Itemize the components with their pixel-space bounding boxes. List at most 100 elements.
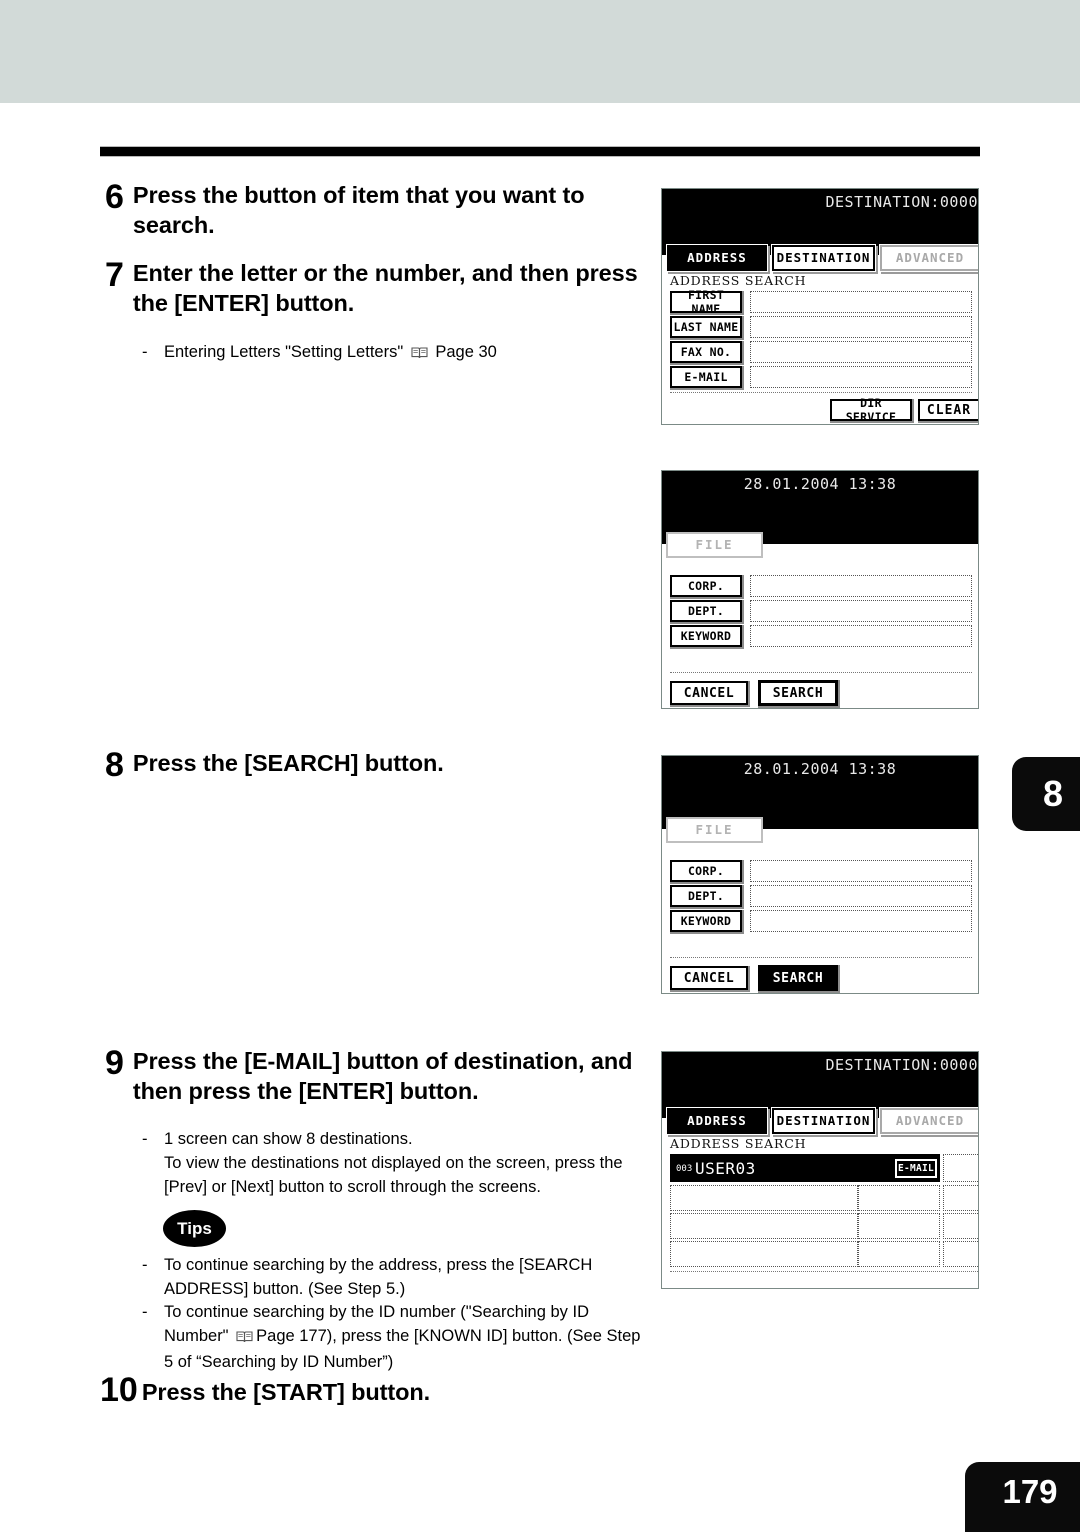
input-first-name[interactable] xyxy=(750,291,972,313)
result-row-4[interactable] xyxy=(670,1241,858,1267)
destination-counter: DESTINATION:0000 xyxy=(825,1056,978,1074)
bullet-dash-icon: - xyxy=(142,1130,148,1148)
step-7-text: Enter the letter or the number, and then… xyxy=(132,260,638,316)
tips-item-2-line-2-pre: Number" xyxy=(164,1327,229,1345)
tab-file[interactable]: FILE xyxy=(666,817,763,843)
input-corp[interactable] xyxy=(750,860,972,882)
tips-item-1-line-2: ADDRESS] button. (See Step 5.) xyxy=(164,1280,406,1298)
step-9-note: - 1 screen can show 8 destinations. To v… xyxy=(142,1127,662,1199)
panel-tab-row[interactable]: ADDRESS DESTINATION ADVANCED xyxy=(667,245,978,271)
result-row-1[interactable]: 003 USER03 E-MAIL xyxy=(670,1154,940,1182)
input-dept[interactable] xyxy=(750,600,972,622)
tips-item-2-line-1: To continue searching by the ID number (… xyxy=(164,1303,589,1321)
key-last-name[interactable]: LAST NAME xyxy=(670,316,742,338)
result-row-2-right[interactable] xyxy=(943,1185,978,1211)
section-label-address-search: ADDRESS SEARCH xyxy=(670,1136,807,1151)
lcd-datetime: 28.01.2004 13:38 xyxy=(743,760,897,778)
panel-divider xyxy=(670,392,972,393)
step-10-text: Press the [START] button. xyxy=(141,1379,431,1405)
step-9: 9 Press the [E-MAIL] button of destinati… xyxy=(105,1046,653,1106)
key-dept[interactable]: DEPT. xyxy=(670,600,742,622)
key-corp[interactable]: CORP. xyxy=(670,575,742,597)
tab-advanced: ADVANCED xyxy=(880,1108,978,1134)
chapter-tab-marker: 8 xyxy=(1012,757,1080,831)
input-keyword[interactable] xyxy=(750,910,972,932)
tips-item-2-line-2-page: Page 177 xyxy=(256,1327,327,1345)
result-row-4-right[interactable] xyxy=(943,1241,978,1267)
step-6-number: 6 xyxy=(105,178,124,216)
tips-item-1: - To continue searching by the address, … xyxy=(142,1253,662,1301)
key-keyword[interactable]: KEYWORD xyxy=(670,910,742,932)
step-7-note: - Entering Letters "Setting Letters" Pag… xyxy=(142,340,662,366)
bullet-dash-icon: - xyxy=(142,1303,148,1321)
key-first-name[interactable]: FIRST NAME xyxy=(670,288,742,316)
tips-badge: Tips xyxy=(163,1210,226,1247)
tab-destination[interactable]: DESTINATION xyxy=(772,1108,875,1134)
step-7-note-text: Entering Letters "Setting Letters" xyxy=(164,343,404,361)
input-dept[interactable] xyxy=(750,885,972,907)
step-8-number: 8 xyxy=(105,746,124,784)
input-e-mail[interactable] xyxy=(750,366,972,388)
step-7-note-page: Page 30 xyxy=(435,343,497,361)
key-cancel[interactable]: CANCEL xyxy=(670,681,748,705)
tips-item-2-line-2-post: ), press the [KNOWN ID] button. (See Ste… xyxy=(326,1327,641,1345)
panel-divider xyxy=(670,1271,978,1272)
page-header-band xyxy=(0,0,1080,103)
key-cancel[interactable]: CANCEL xyxy=(670,966,748,990)
result-row-1-name: USER03 xyxy=(695,1159,756,1178)
input-fax-no[interactable] xyxy=(750,341,972,363)
key-e-mail[interactable]: E-MAIL xyxy=(670,366,742,388)
result-row-1-email-button[interactable]: E-MAIL xyxy=(895,1159,937,1178)
step-6-text: Press the button of item that you want t… xyxy=(132,182,585,238)
step-7-number: 7 xyxy=(105,256,124,294)
key-clear[interactable]: CLEAR xyxy=(918,399,978,421)
header-rule xyxy=(100,146,980,157)
key-keyword[interactable]: KEYWORD xyxy=(670,625,742,647)
lcd-datetime: 28.01.2004 13:38 xyxy=(743,475,897,493)
tab-file[interactable]: FILE xyxy=(666,532,763,558)
key-dir-service[interactable]: DIR SERVICE xyxy=(830,396,912,424)
panel-tab-row[interactable]: FILE xyxy=(666,532,763,558)
panel-file-search-pressed[interactable]: 28.01.2004 13:38 FILE CORP. DEPT. KEYWOR… xyxy=(661,755,979,994)
step-8: 8 Press the [SEARCH] button. xyxy=(105,748,650,782)
key-dept[interactable]: DEPT. xyxy=(670,885,742,907)
key-search[interactable]: SEARCH xyxy=(758,680,838,706)
bullet-dash-icon: - xyxy=(142,1256,148,1274)
result-row-1-right[interactable] xyxy=(943,1154,978,1182)
step-9-text: Press the [E-MAIL] button of destination… xyxy=(132,1048,633,1104)
panel-tab-row[interactable]: FILE xyxy=(666,817,763,843)
input-corp[interactable] xyxy=(750,575,972,597)
step-10: 10 Press the [START] button. xyxy=(100,1373,645,1407)
result-row-2[interactable] xyxy=(670,1185,858,1211)
section-label-address-search: ADDRESS SEARCH xyxy=(670,273,807,288)
tips-item-1-line-1: To continue searching by the address, pr… xyxy=(164,1256,593,1274)
result-row-1-index: 003 xyxy=(676,1164,693,1174)
tab-address[interactable]: ADDRESS xyxy=(667,1108,767,1134)
result-row-3-right[interactable] xyxy=(943,1213,978,1239)
result-row-4-mid[interactable] xyxy=(858,1241,940,1267)
step-9-number: 9 xyxy=(105,1044,124,1082)
input-keyword[interactable] xyxy=(750,625,972,647)
destination-counter: DESTINATION:0000 xyxy=(825,193,978,211)
key-search[interactable]: SEARCH xyxy=(758,965,838,991)
page-number: 179 xyxy=(965,1462,1080,1532)
step-9-note-line-2: To view the destinations not displayed o… xyxy=(164,1154,623,1172)
tips-item-2: - To continue searching by the ID number… xyxy=(142,1300,672,1374)
step-9-note-line-3: [Prev] or [Next] button to scroll throug… xyxy=(164,1178,541,1196)
step-10-number: 10 xyxy=(100,1371,138,1409)
result-row-3-mid[interactable] xyxy=(858,1213,940,1239)
panel-divider xyxy=(670,672,972,673)
panel-file-search[interactable]: 28.01.2004 13:38 FILE CORP. DEPT. KEYWOR… xyxy=(661,470,979,709)
key-corp[interactable]: CORP. xyxy=(670,860,742,882)
bullet-dash-icon: - xyxy=(142,343,148,361)
tab-destination[interactable]: DESTINATION xyxy=(772,245,875,271)
tab-address[interactable]: ADDRESS xyxy=(667,245,767,271)
panel-search-results[interactable]: DESTINATION:0000 ADDRESS DESTINATION ADV… xyxy=(661,1051,979,1289)
panel-address-search[interactable]: DESTINATION:0000 ADDRESS DESTINATION ADV… xyxy=(661,188,979,425)
result-row-2-mid[interactable] xyxy=(858,1185,940,1211)
input-last-name[interactable] xyxy=(750,316,972,338)
result-row-3[interactable] xyxy=(670,1213,858,1239)
step-6: 6 Press the button of item that you want… xyxy=(105,180,650,240)
panel-tab-row[interactable]: ADDRESS DESTINATION ADVANCED xyxy=(667,1108,978,1134)
key-fax-no[interactable]: FAX NO. xyxy=(670,341,742,363)
